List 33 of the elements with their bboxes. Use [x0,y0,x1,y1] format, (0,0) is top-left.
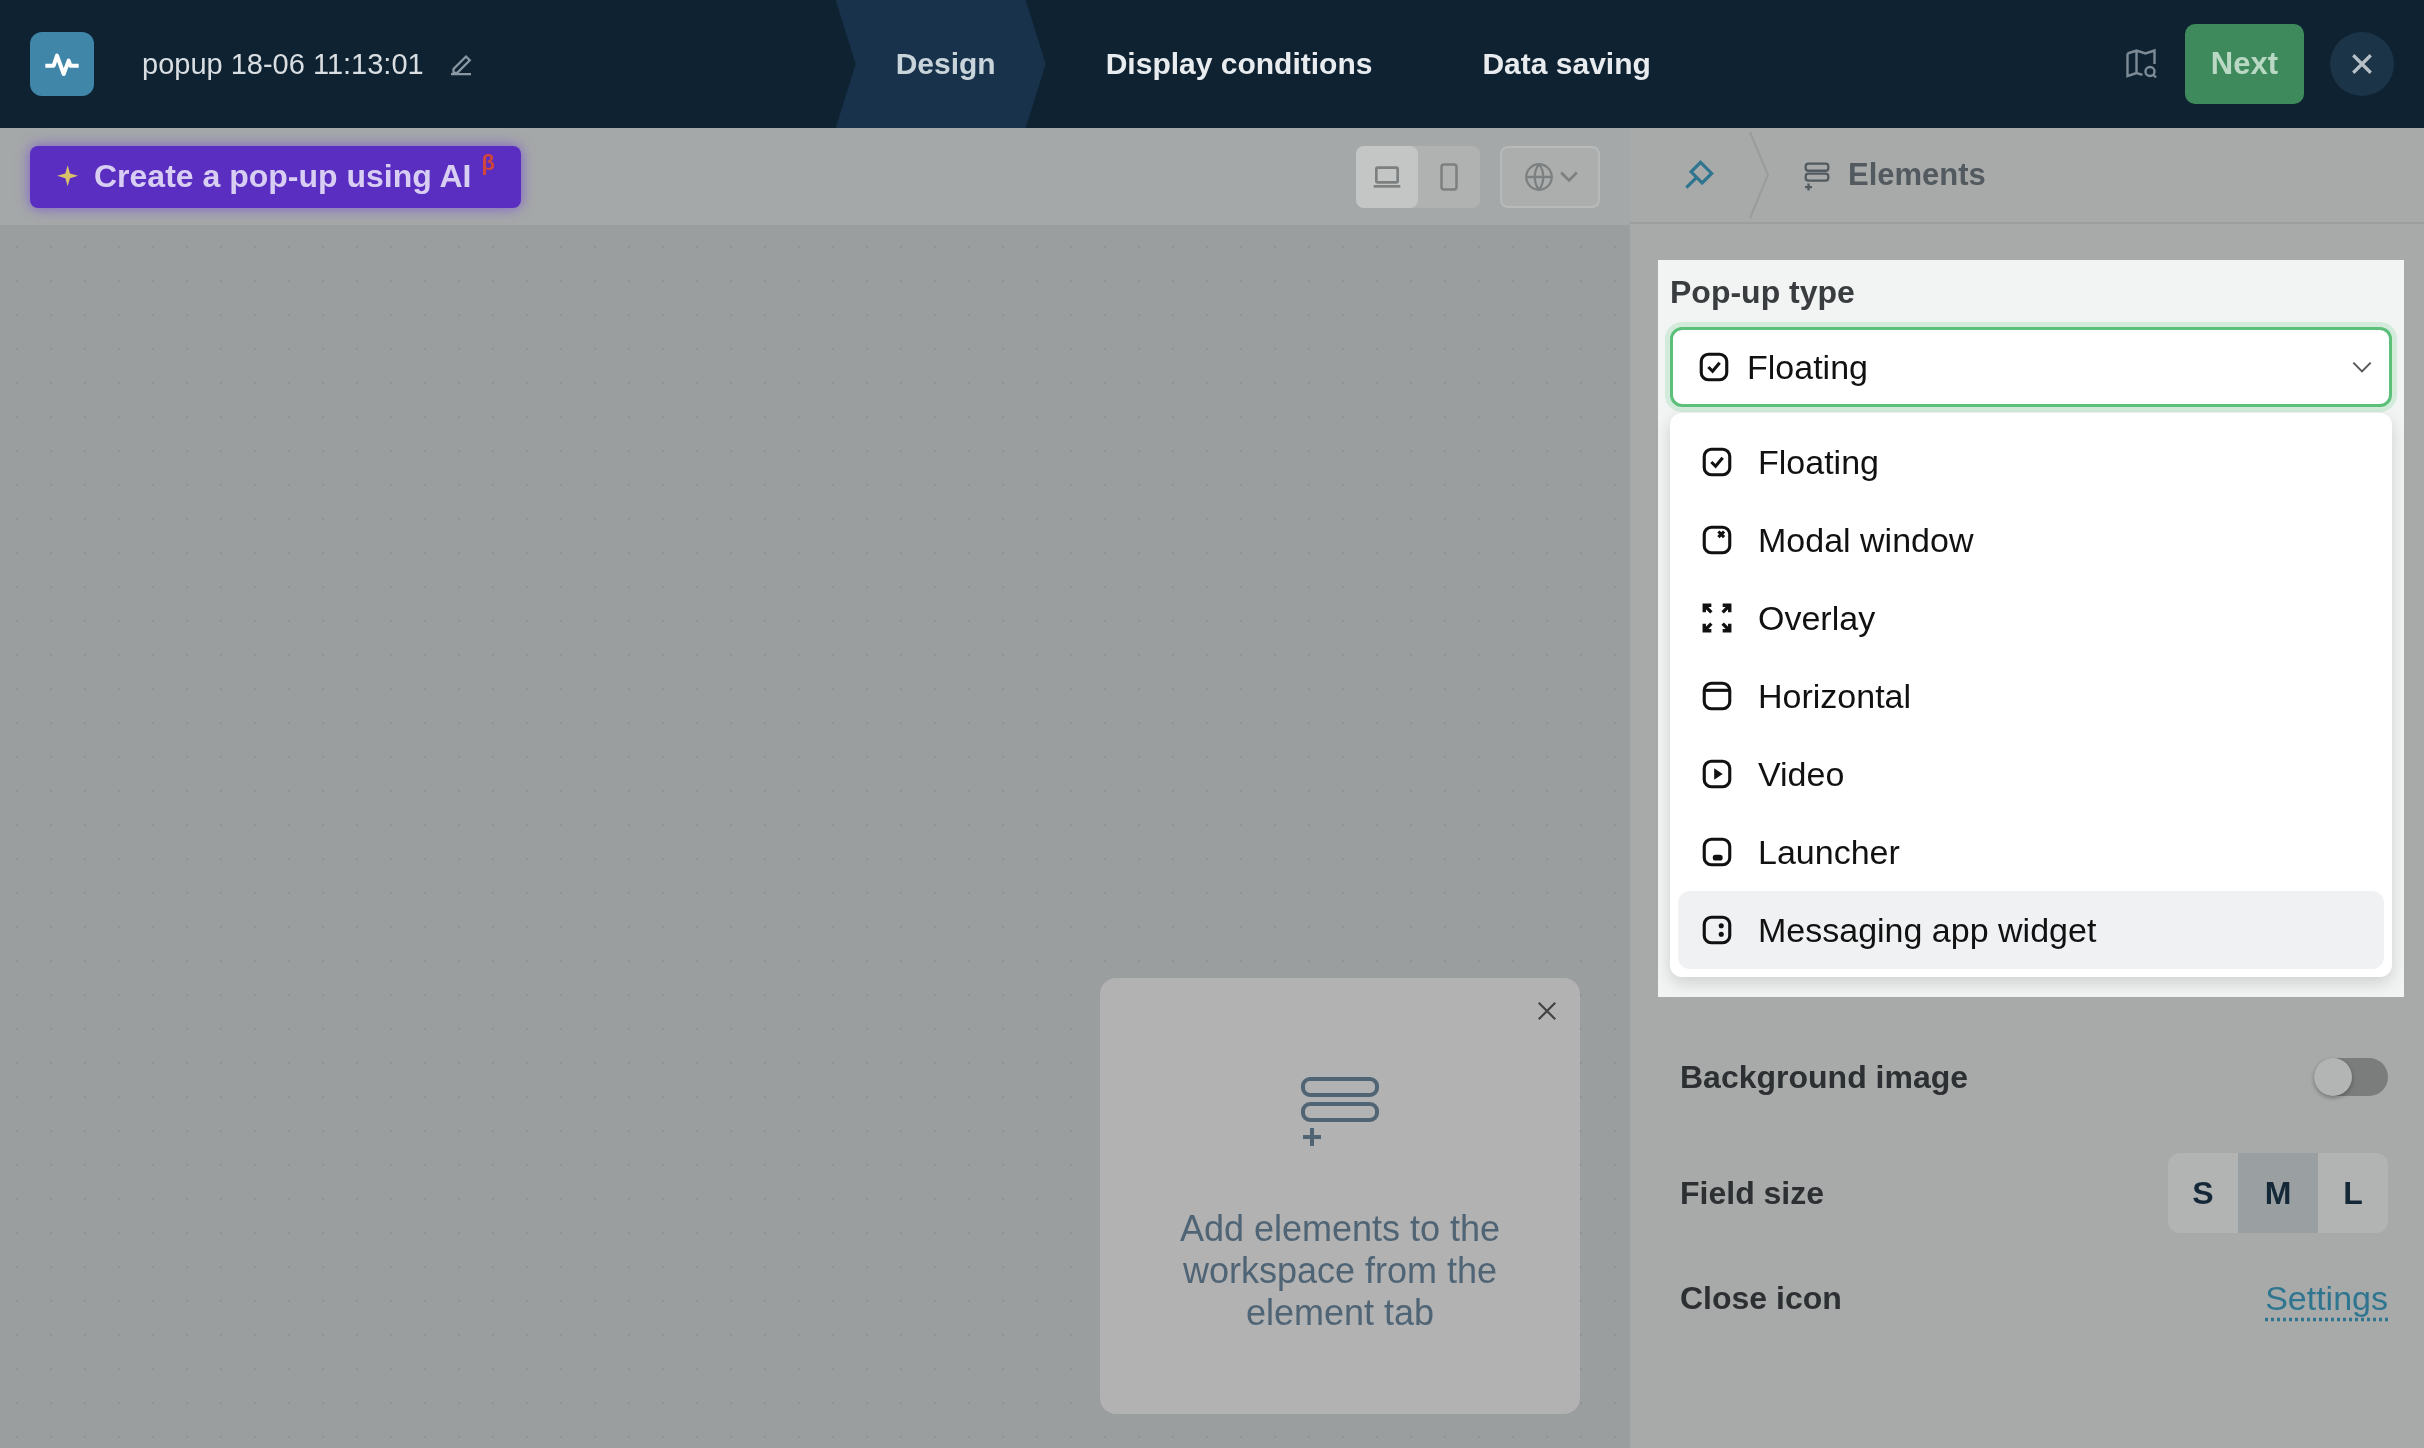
background-image-toggle[interactable] [2314,1058,2388,1096]
step-tab[interactable]: Data saving [1422,0,1701,128]
menu-option[interactable]: Horizontal [1678,657,2384,735]
popup-type-icon [1700,679,1734,713]
menu-option[interactable]: Messaging app widget [1678,891,2384,969]
field-label: Background image [1680,1058,1969,1096]
field-label: Close icon [1680,1279,1842,1317]
field-label: Field size [1680,1174,1825,1212]
popup-type-icon [1700,445,1734,479]
menu-option[interactable]: Modal window [1678,501,2384,579]
menu-option[interactable]: Video [1678,735,2384,813]
popup-type-icon [1700,757,1734,791]
menu-option[interactable]: Overlay [1678,579,2384,657]
close-icon [1536,1000,1558,1022]
logo-icon[interactable] [30,32,94,96]
add-elements-icon [1300,1076,1380,1148]
ai-create-button[interactable]: Create a pop-up using AI $^{β}$ [30,145,521,208]
caret-icon [1560,171,1578,182]
step-tab[interactable]: Display conditions [1045,0,1423,128]
popup-type-icon [1700,835,1734,869]
field-label: Pop-up type [1670,274,1855,310]
popup-type-icon [1700,601,1734,635]
breadcrumb-title: Elements [1848,157,1986,193]
step-tab[interactable]: Design [835,0,1046,128]
size-option[interactable]: S [2168,1153,2238,1233]
size-option[interactable]: L [2318,1153,2388,1233]
size-option[interactable]: M [2238,1153,2318,1233]
popup-type-icon [1700,913,1734,947]
menu-option[interactable]: Launcher [1678,813,2384,891]
popup-title: popup 18-06 11:13:01 [142,47,424,81]
popup-type-icon [1700,523,1734,557]
menu-option[interactable]: Floating [1678,423,2384,501]
hint-text: Add elements to the workspace from the element tab [1178,1208,1502,1334]
